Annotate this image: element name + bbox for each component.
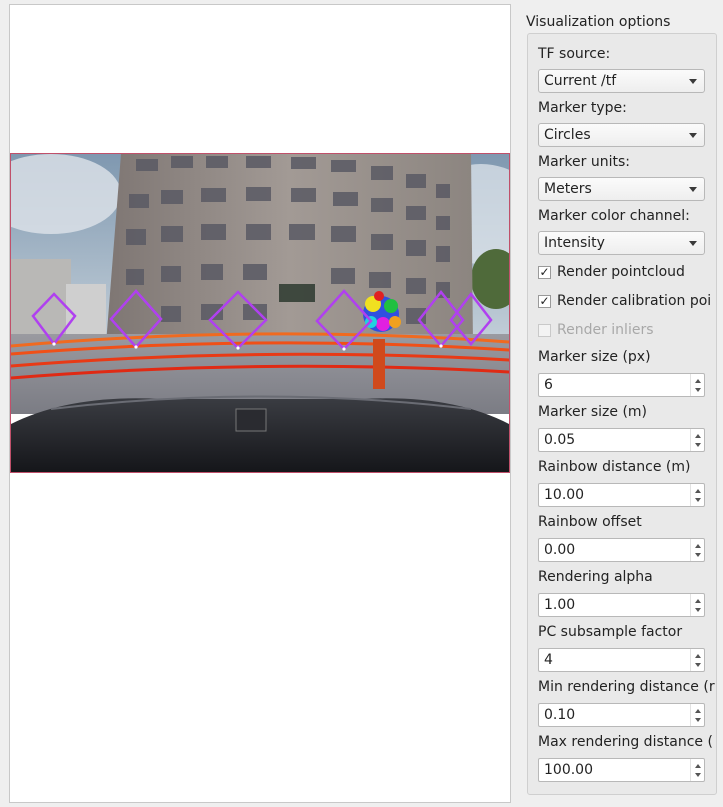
spin-down-icon[interactable] bbox=[695, 498, 701, 502]
spin-up-icon[interactable] bbox=[695, 599, 701, 603]
chevron-down-icon bbox=[689, 187, 697, 192]
rainbow-distance-label: Rainbow distance (m) bbox=[538, 459, 691, 475]
spin-down-icon[interactable] bbox=[695, 608, 701, 612]
rendering-alpha-value: 1.00 bbox=[544, 597, 576, 613]
spin-down-icon[interactable] bbox=[695, 553, 701, 557]
camera-image[interactable] bbox=[10, 153, 510, 473]
max-distance-spinbox[interactable]: 100.00 bbox=[538, 758, 705, 782]
camera-scene bbox=[11, 154, 509, 472]
marker-size-px-label: Marker size (px) bbox=[538, 349, 651, 365]
spin-up-icon[interactable] bbox=[695, 544, 701, 548]
marker-color-label: Marker color channel: bbox=[538, 208, 690, 224]
marker-size-px-value: 6 bbox=[544, 377, 553, 393]
marker-type-label: Marker type: bbox=[538, 100, 627, 116]
panel-title: Visualization options bbox=[526, 14, 671, 30]
rainbow-distance-spinbox[interactable]: 10.00 bbox=[538, 483, 705, 507]
spin-up-icon[interactable] bbox=[695, 489, 701, 493]
tf-source-dropdown[interactable]: Current /tf bbox=[538, 69, 705, 93]
rainbow-offset-label: Rainbow offset bbox=[538, 514, 642, 530]
rainbow-offset-value: 0.00 bbox=[544, 542, 576, 558]
rainbow-distance-value: 10.00 bbox=[544, 487, 585, 503]
spin-up-icon[interactable] bbox=[695, 434, 701, 438]
render-pointcloud-label: Render pointcloud bbox=[557, 264, 685, 280]
pc-subsample-value: 4 bbox=[544, 652, 553, 668]
render-calibration-label: Render calibration poi bbox=[557, 293, 712, 309]
spin-down-icon[interactable] bbox=[695, 388, 701, 392]
marker-color-dropdown[interactable]: Intensity bbox=[538, 231, 705, 255]
render-inliers-label: Render inliers bbox=[557, 322, 654, 338]
min-distance-value: 0.10 bbox=[544, 707, 576, 723]
chevron-down-icon bbox=[689, 241, 697, 246]
checkmark-icon: ✓ bbox=[538, 265, 551, 279]
spin-down-icon[interactable] bbox=[695, 718, 701, 722]
rendering-alpha-label: Rendering alpha bbox=[538, 569, 653, 585]
pc-subsample-spinbox[interactable]: 4 bbox=[538, 648, 705, 672]
spin-up-icon[interactable] bbox=[695, 379, 701, 383]
checkmark-icon: ✓ bbox=[538, 294, 551, 308]
marker-color-value: Intensity bbox=[544, 235, 605, 251]
rendering-alpha-spinbox[interactable]: 1.00 bbox=[538, 593, 705, 617]
marker-type-dropdown[interactable]: Circles bbox=[538, 123, 705, 147]
spin-up-icon[interactable] bbox=[695, 764, 701, 768]
marker-size-m-value: 0.05 bbox=[544, 432, 576, 448]
max-distance-label: Max rendering distance ( bbox=[538, 734, 713, 750]
pc-subsample-label: PC subsample factor bbox=[538, 624, 683, 640]
marker-units-value: Meters bbox=[544, 181, 592, 197]
tf-source-label: TF source: bbox=[538, 46, 611, 62]
visualization-options-group: TF source: Current /tf Marker type: Circ… bbox=[527, 33, 717, 795]
spin-up-icon[interactable] bbox=[695, 709, 701, 713]
checkbox-empty-icon bbox=[538, 324, 551, 337]
marker-units-label: Marker units: bbox=[538, 154, 630, 170]
rainbow-offset-spinbox[interactable]: 0.00 bbox=[538, 538, 705, 562]
min-distance-label: Min rendering distance (r bbox=[538, 679, 715, 695]
marker-type-value: Circles bbox=[544, 127, 591, 143]
tf-source-value: Current /tf bbox=[544, 73, 617, 89]
chevron-down-icon bbox=[689, 133, 697, 138]
marker-units-dropdown[interactable]: Meters bbox=[538, 177, 705, 201]
chevron-down-icon bbox=[689, 79, 697, 84]
marker-size-px-spinbox[interactable]: 6 bbox=[538, 373, 705, 397]
marker-size-m-label: Marker size (m) bbox=[538, 404, 647, 420]
spin-down-icon[interactable] bbox=[695, 443, 701, 447]
min-distance-spinbox[interactable]: 0.10 bbox=[538, 703, 705, 727]
spin-down-icon[interactable] bbox=[695, 773, 701, 777]
spin-down-icon[interactable] bbox=[695, 663, 701, 667]
max-distance-value: 100.00 bbox=[544, 762, 593, 778]
marker-size-m-spinbox[interactable]: 0.05 bbox=[538, 428, 705, 452]
spin-up-icon[interactable] bbox=[695, 654, 701, 658]
